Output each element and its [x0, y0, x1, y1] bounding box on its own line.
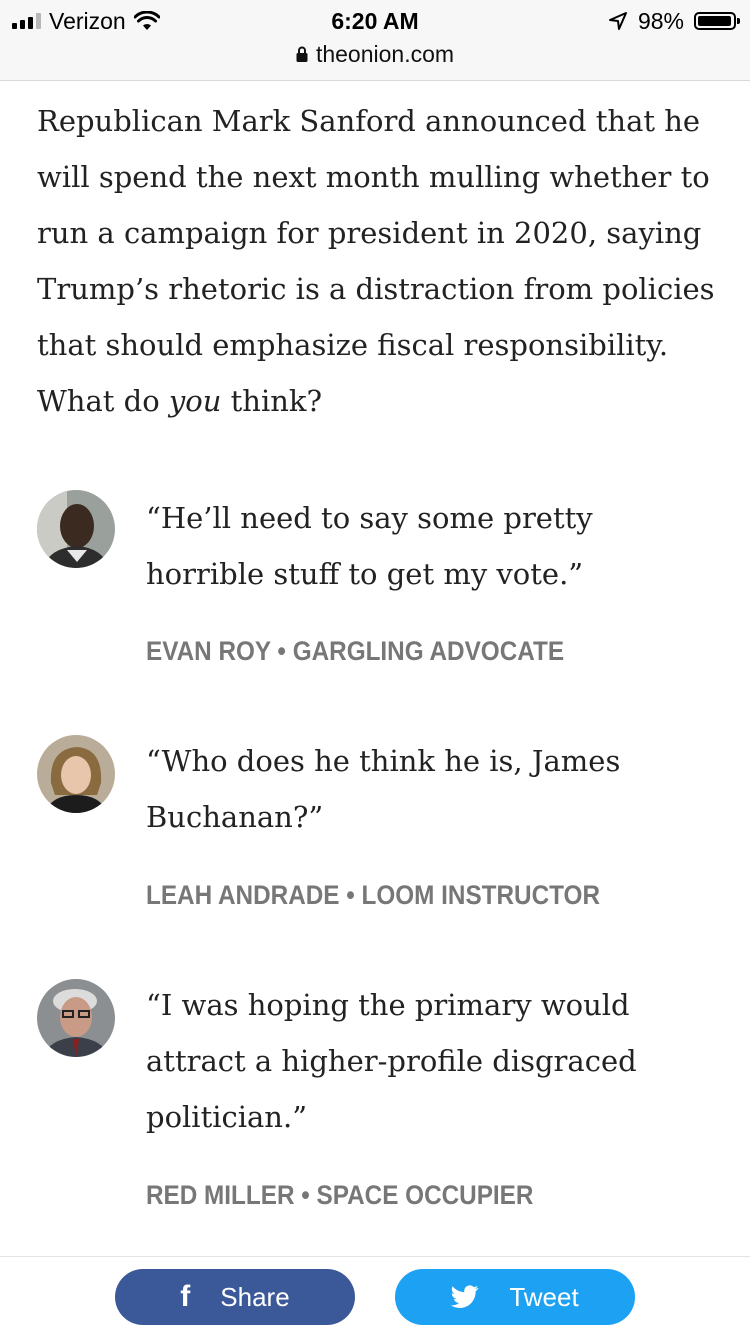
url-text: theonion.com — [315, 40, 455, 67]
intro-emphasis: you — [168, 384, 222, 418]
avatar — [37, 490, 115, 568]
response-byline: LEAH ANDRADE • LOOM INSTRUCTOR — [146, 880, 601, 910]
location-arrow-icon — [608, 12, 627, 30]
response-quote: “Who does he think he is, James Buchanan… — [146, 744, 621, 834]
avatar — [37, 735, 115, 813]
response-byline: EVAN ROY • GARGLING ADVOCATE — [146, 636, 565, 666]
twitter-bird-icon — [451, 1285, 479, 1308]
browser-chrome: Verizon 6:20 AM 98% theonion.com — [0, 0, 750, 81]
response-byline: RED MILLER • SPACE OCCUPIER — [146, 1180, 534, 1210]
battery-icon — [694, 12, 740, 30]
tweet-button[interactable]: Tweet — [395, 1269, 635, 1325]
battery-level — [698, 16, 732, 26]
status-right: 98% — [608, 7, 740, 34]
intro-text-after: think? — [221, 384, 323, 418]
response-quote: “He’ll need to say some pretty horrible … — [146, 501, 593, 591]
response-quote: “I was hoping the primary would attract … — [146, 988, 637, 1134]
intro-text-before: Republican Mark Sanford announced that h… — [37, 104, 715, 418]
lock-icon — [296, 46, 308, 62]
url-bar[interactable]: theonion.com — [0, 40, 750, 68]
facebook-icon: f — [180, 1280, 191, 1313]
avatar — [37, 979, 115, 1057]
article-intro: Republican Mark Sanford announced that h… — [37, 93, 717, 429]
tweet-label: Tweet — [509, 1281, 579, 1312]
facebook-share-button[interactable]: f Share — [115, 1269, 355, 1325]
share-bar: f Share Tweet — [0, 1256, 750, 1335]
battery-percent: 98% — [637, 7, 684, 34]
share-label: Share — [220, 1281, 290, 1312]
